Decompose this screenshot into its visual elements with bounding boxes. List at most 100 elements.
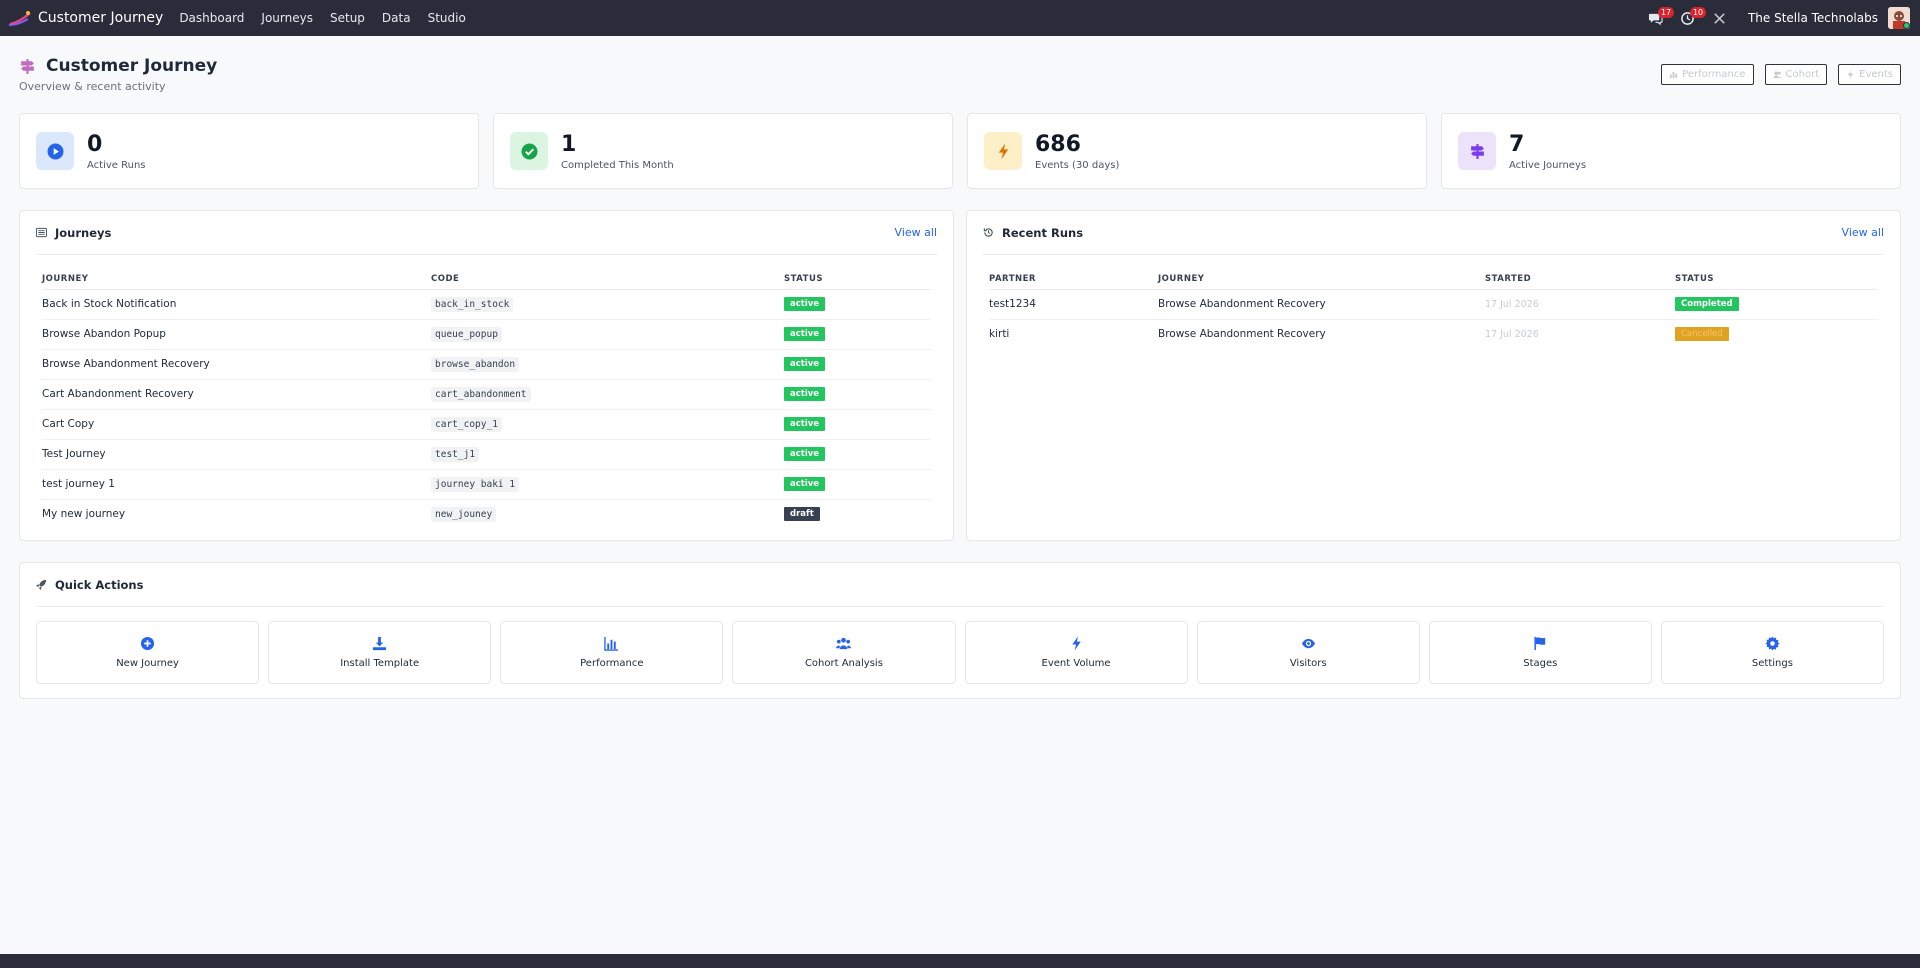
- run-started: 17 Jul 2026: [1485, 299, 1539, 310]
- journey-name[interactable]: Back in Stock Notification: [42, 289, 431, 320]
- column-header[interactable]: STATUS: [784, 269, 931, 290]
- performance-button[interactable]: Performance: [1661, 64, 1754, 85]
- stat-icon-box: [36, 132, 74, 170]
- cohort-button-label: Cohort: [1785, 69, 1820, 80]
- journeys-table: JOURNEY CODE STATUS Back in Stock Notifi…: [42, 269, 931, 529]
- status-badge: Cancelled: [1675, 327, 1729, 342]
- runs-view-all-link[interactable]: View all: [1842, 226, 1884, 239]
- signpost-icon: [21, 58, 34, 74]
- column-header[interactable]: PARTNER: [989, 269, 1158, 290]
- stat-label: Completed This Month: [561, 159, 674, 171]
- nav-right: 17 10 The Stella Technolabs: [1648, 7, 1912, 29]
- stat-card-events: 686 Events (30 days): [967, 113, 1427, 189]
- journeys-panel: Journeys View all JOURNEY CODE STATUS Ba…: [19, 210, 954, 541]
- bolt-icon: [1071, 636, 1081, 651]
- users-icon: [1772, 71, 1782, 79]
- table-row[interactable]: My new journey new_jouney draft: [42, 499, 931, 529]
- run-partner[interactable]: kirti: [989, 319, 1158, 349]
- user-avatar[interactable]: [1888, 7, 1910, 29]
- status-badge: active: [784, 387, 826, 401]
- bolt-icon: [998, 143, 1008, 159]
- bolt-icon: [1847, 70, 1854, 79]
- install-template-button[interactable]: Install Template: [268, 621, 492, 684]
- cohort-analysis-button[interactable]: Cohort Analysis: [732, 621, 956, 684]
- table-row[interactable]: test1234 Browse Abandonment Recovery 17 …: [989, 289, 1878, 320]
- column-header[interactable]: CODE: [431, 269, 784, 290]
- users-icon: [836, 637, 852, 650]
- journey-name[interactable]: My new journey: [42, 499, 431, 529]
- table-row[interactable]: kirti Browse Abandonment Recovery 17 Jul…: [989, 319, 1878, 349]
- table-row[interactable]: Cart Copy cart_copy_1 active: [42, 409, 931, 440]
- stat-value: 1: [561, 131, 577, 157]
- stat-card-active-runs: 0 Active Runs: [19, 113, 479, 189]
- stat-card-completed: 1 Completed This Month: [493, 113, 953, 189]
- menu-data[interactable]: Data: [382, 11, 411, 25]
- journey-name[interactable]: Browse Abandonment Recovery: [42, 349, 431, 380]
- run-partner[interactable]: test1234: [989, 289, 1158, 320]
- stat-card-active-journeys: 7 Active Journeys: [1441, 113, 1901, 189]
- page-subtitle: Overview & recent activity: [19, 80, 166, 93]
- bar-chart-icon: [1670, 71, 1678, 79]
- company-name[interactable]: The Stella Technolabs: [1748, 11, 1878, 25]
- table-row[interactable]: Browse Abandon Popup queue_popup active: [42, 319, 931, 350]
- quick-action-label: Install Template: [340, 658, 420, 669]
- journeys-panel-title: Journeys: [55, 225, 112, 240]
- journey-name[interactable]: Cart Copy: [42, 409, 431, 440]
- recent-runs-panel-title: Recent Runs: [1002, 225, 1084, 240]
- menu-studio[interactable]: Studio: [428, 11, 466, 25]
- messages-button[interactable]: 17: [1648, 7, 1675, 28]
- journey-name[interactable]: test journey 1: [42, 469, 431, 500]
- brand[interactable]: Customer Journey: [8, 9, 163, 27]
- journey-name[interactable]: Test Journey: [42, 439, 431, 470]
- tools-button[interactable]: [1712, 8, 1734, 28]
- recent-runs-panel: Recent Runs View all PARTNER JOURNEY STA…: [966, 210, 1901, 541]
- menu-setup[interactable]: Setup: [330, 11, 365, 25]
- new-journey-button[interactable]: New Journey: [36, 621, 260, 684]
- journeys-view-all-link[interactable]: View all: [895, 226, 937, 239]
- journey-name[interactable]: Browse Abandon Popup: [42, 319, 431, 350]
- signpost-icon: [1470, 143, 1484, 159]
- table-row[interactable]: Back in Stock Notification back_in_stock…: [42, 289, 931, 320]
- messages-count-badge: 17: [1657, 7, 1675, 18]
- activity-button[interactable]: 10: [1680, 7, 1707, 28]
- performance-button-label: Performance: [1682, 69, 1746, 80]
- stat-icon-box: [984, 132, 1022, 170]
- page-header: Customer Journey Overview & recent activ…: [19, 56, 217, 93]
- quick-action-label: Performance: [580, 658, 644, 669]
- stat-label: Active Runs: [87, 159, 146, 171]
- list-icon: [36, 227, 47, 238]
- settings-button[interactable]: Settings: [1660, 621, 1884, 684]
- status-badge: active: [784, 477, 826, 491]
- quick-actions-header: Quick Actions: [36, 563, 1884, 607]
- stages-button[interactable]: Stages: [1428, 621, 1652, 684]
- menu-dashboard[interactable]: Dashboard: [179, 11, 244, 25]
- visitors-button[interactable]: Visitors: [1196, 621, 1420, 684]
- events-button[interactable]: Events: [1838, 64, 1901, 85]
- quick-action-label: Cohort Analysis: [804, 658, 883, 669]
- table-row[interactable]: Test Journey test_j1 active: [42, 439, 931, 470]
- table-row[interactable]: Cart Abandonment Recovery cart_abandonme…: [42, 379, 931, 410]
- performance-quick-button[interactable]: Performance: [500, 621, 724, 684]
- journey-code: cart_copy_1: [431, 417, 502, 432]
- cohort-button[interactable]: Cohort: [1764, 64, 1828, 85]
- run-journey: Browse Abandonment Recovery: [1158, 328, 1326, 341]
- page-title: Customer Journey: [46, 56, 218, 76]
- column-header[interactable]: JOURNEY: [1158, 269, 1485, 290]
- event-volume-button[interactable]: Event Volume: [964, 621, 1188, 684]
- table-row[interactable]: Browse Abandonment Recovery browse_aband…: [42, 349, 931, 380]
- quick-action-label: Stages: [1523, 658, 1558, 669]
- quick-action-label: New Journey: [116, 658, 179, 669]
- stat-icon-box: [510, 132, 548, 170]
- brand-logo-icon: [8, 11, 31, 26]
- column-header[interactable]: STATUS: [1675, 269, 1878, 290]
- column-header[interactable]: STARTED: [1485, 269, 1675, 290]
- recent-runs-table: PARTNER JOURNEY STARTED STATUS test1234 …: [989, 269, 1878, 349]
- column-header[interactable]: JOURNEY: [42, 269, 431, 290]
- stat-value: 686: [1035, 131, 1081, 157]
- menu-journeys[interactable]: Journeys: [261, 11, 313, 25]
- play-icon: [47, 143, 63, 159]
- journey-name[interactable]: Cart Abandonment Recovery: [42, 379, 431, 410]
- status-badge: active: [784, 417, 826, 431]
- table-row[interactable]: test journey 1 journey baki 1 active: [42, 469, 931, 500]
- run-journey: Browse Abandonment Recovery: [1158, 289, 1485, 320]
